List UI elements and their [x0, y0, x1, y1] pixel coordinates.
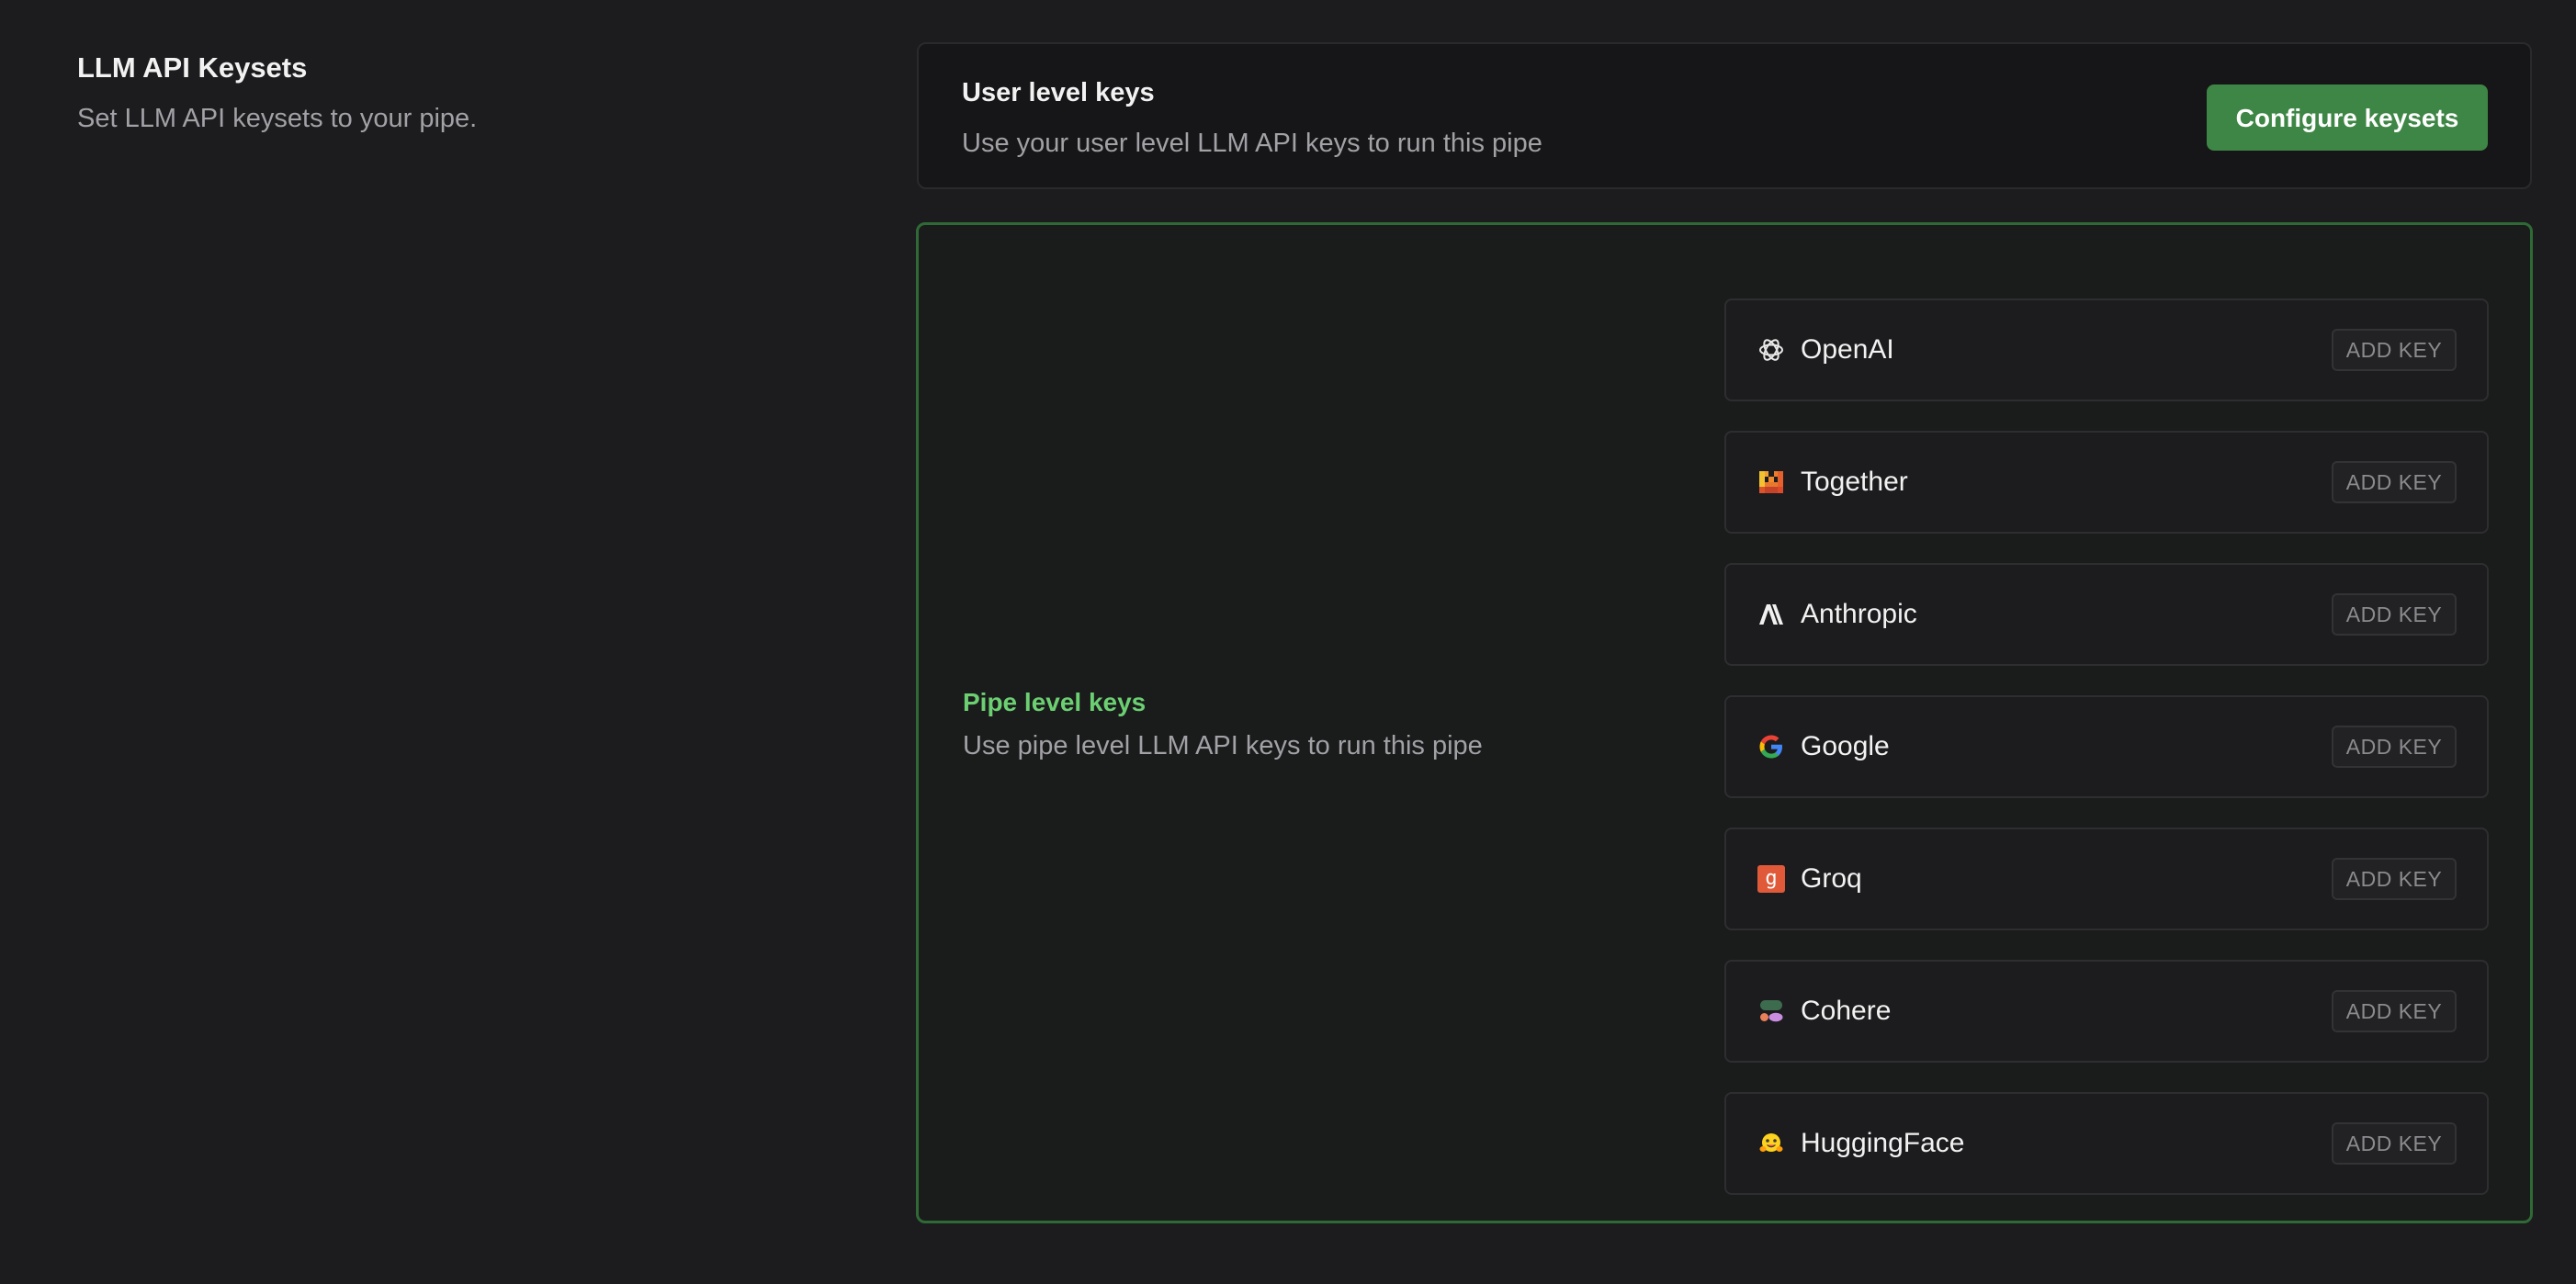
pipe-level-keys-info: Pipe level keys Use pipe level LLM API k…: [963, 686, 1483, 763]
section-intro: LLM API Keysets Set LLM API keysets to y…: [77, 50, 812, 136]
section-description: Set LLM API keysets to your pipe.: [77, 104, 478, 133]
add-key-button-google[interactable]: ADD KEY: [2332, 726, 2457, 768]
provider-list: OpenAI ADD KEY Together ADD KEY Anthropi…: [1724, 298, 2489, 1224]
provider-name: Anthropic: [1801, 599, 1917, 629]
add-key-button-groq[interactable]: ADD KEY: [2332, 858, 2457, 900]
pipe-level-keys-title: Pipe level keys: [963, 688, 1147, 716]
anthropic-icon: [1757, 600, 1786, 629]
add-key-button-huggingface[interactable]: ADD KEY: [2332, 1122, 2457, 1165]
provider-row-openai: OpenAI ADD KEY: [1724, 298, 2489, 401]
add-key-button-together[interactable]: ADD KEY: [2332, 461, 2457, 503]
cohere-icon: [1757, 997, 1786, 1026]
provider-name: OpenAI: [1801, 334, 1894, 365]
add-key-button-openai[interactable]: ADD KEY: [2332, 329, 2457, 371]
groq-icon: g: [1757, 864, 1786, 894]
provider-name: Cohere: [1801, 996, 1892, 1026]
provider-row-groq: g Groq ADD KEY: [1724, 828, 2489, 930]
google-icon: [1757, 732, 1786, 761]
provider-row-together: Together ADD KEY: [1724, 431, 2489, 534]
user-level-keys-title: User level keys: [962, 78, 1155, 107]
huggingface-icon: [1757, 1129, 1786, 1158]
section-title: LLM API Keysets: [77, 51, 308, 84]
llm-api-keysets-page: LLM API Keysets Set LLM API keysets to y…: [0, 0, 2576, 1284]
provider-row-huggingface: HuggingFace ADD KEY: [1724, 1092, 2489, 1195]
provider-row-google: Google ADD KEY: [1724, 695, 2489, 798]
provider-row-cohere: Cohere ADD KEY: [1724, 960, 2489, 1063]
configure-keysets-button[interactable]: Configure keysets: [2207, 84, 2488, 151]
provider-name: Google: [1801, 731, 1890, 761]
provider-name: HuggingFace: [1801, 1128, 1965, 1158]
openai-icon: [1757, 335, 1786, 365]
add-key-button-anthropic[interactable]: ADD KEY: [2332, 593, 2457, 636]
pipe-level-keys-description: Use pipe level LLM API keys to run this …: [963, 731, 1483, 760]
provider-name: Together: [1801, 467, 1908, 497]
provider-name: Groq: [1801, 863, 1862, 894]
pipe-level-keys-card[interactable]: Pipe level keys Use pipe level LLM API k…: [916, 222, 2533, 1223]
add-key-button-cohere[interactable]: ADD KEY: [2332, 990, 2457, 1032]
user-level-keys-card[interactable]: User level keys Use your user level LLM …: [917, 42, 2532, 189]
provider-row-anthropic: Anthropic ADD KEY: [1724, 563, 2489, 666]
together-icon: [1757, 467, 1786, 497]
user-level-keys-description: Use your user level LLM API keys to run …: [962, 129, 1542, 158]
